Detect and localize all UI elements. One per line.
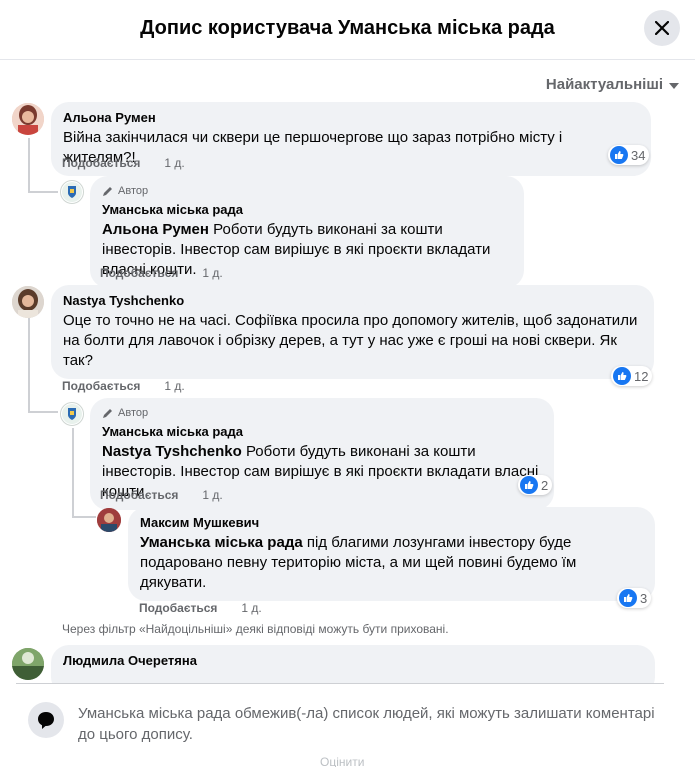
avatar[interactable] [12,648,44,680]
author-badge: Автор [102,406,542,420]
reaction-number: 2 [541,477,549,493]
pen-icon [103,409,112,418]
reaction-count[interactable]: 3 [617,588,652,608]
comment-actions: Подобається 1 д. [62,156,185,170]
close-icon [655,21,669,35]
reaction-number: 12 [634,368,649,384]
like-icon [520,476,538,494]
comment-actions: Подобається 1 д. [62,379,185,393]
comment-actions: Подобається 1 д. [100,488,223,502]
pen-icon [103,187,112,196]
mention-link[interactable]: Альона Румен [102,221,209,238]
mention-link[interactable]: Nastya Tyshchenko [102,443,242,460]
reaction-count[interactable]: 34 [608,145,650,165]
obscured-text: Оцінити [320,755,365,767]
reaction-number: 34 [631,147,646,163]
comment-bubble: Nastya Tyshchenko Оце то точно не на час… [51,285,654,379]
thread-connector [28,318,30,413]
thread-connector [72,428,74,518]
like-button[interactable]: Подобається [139,601,217,615]
mention-link[interactable]: Уманська міська рада [140,534,303,551]
comment-author[interactable]: Максим Мушкевич [140,515,643,531]
footer-divider [16,683,664,684]
restriction-notice: Уманська міська рада обмежив(-ла) список… [78,705,655,743]
comment-actions: Подобається 1 д. [139,601,262,615]
dialog-title: Допис користувача Уманська міська рада [140,17,555,39]
thread-connector [72,516,96,518]
avatar[interactable] [12,286,44,318]
avatar[interactable] [60,402,84,426]
avatar[interactable] [60,180,84,204]
reaction-count[interactable]: 2 [518,475,553,495]
reaction-count[interactable]: 12 [611,366,653,386]
filter-note: Через фільтр «Найдоцільніші» деякі відпо… [62,622,449,636]
reply-bubble: Максим Мушкевич Уманська міська рада під… [128,507,655,601]
sort-dropdown[interactable]: Найактуальніші [546,76,679,93]
comment-author[interactable]: Уманська міська рада [102,202,512,218]
avatar[interactable] [12,103,44,135]
like-button[interactable]: Подобається [62,156,140,170]
like-icon [619,589,637,607]
author-badge: Автор [102,184,512,198]
thread-connector [28,138,30,193]
thread-connector [28,411,58,413]
like-icon [610,146,628,164]
reaction-number: 3 [640,590,648,606]
avatar[interactable] [97,508,121,532]
comment-timestamp[interactable]: 1 д. [164,156,184,170]
comment-text: Оце то точно не на часі. Софіївка просил… [63,312,638,369]
comment-author[interactable]: Nastya Tyshchenko [63,293,642,309]
comment-author[interactable]: Людмила Очеретяна [63,653,643,669]
comment-timestamp[interactable]: 1 д. [164,379,184,393]
comment-author[interactable]: Уманська міська рада [102,424,542,440]
comment-actions: Подобається 1 д. [100,266,223,280]
dialog-header: Допис користувача Уманська міська рада [0,0,695,60]
like-icon [613,367,631,385]
close-button[interactable] [644,10,680,46]
comment-timestamp[interactable]: 1 д. [202,266,222,280]
comment-author[interactable]: Альона Румен [63,110,639,126]
like-button[interactable]: Подобається [62,379,140,393]
comment-bubble-icon [28,702,64,738]
comment-timestamp[interactable]: 1 д. [202,488,222,502]
comment-text: Уманська міська рада під благими лозунга… [140,534,577,591]
thread-connector [28,191,58,193]
chevron-down-icon [669,82,679,89]
like-button[interactable]: Подобається [100,488,178,502]
sort-label: Найактуальніші [545,76,663,93]
like-button[interactable]: Подобається [100,266,178,280]
comment-timestamp[interactable]: 1 д. [241,601,261,615]
